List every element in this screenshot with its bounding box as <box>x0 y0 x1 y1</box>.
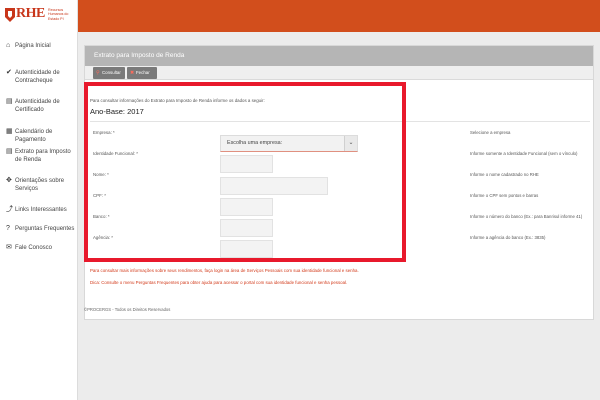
banco-help: Informe o número do banco (Ex.: para Ban… <box>470 214 583 219</box>
document-icon: ▤ <box>6 148 13 155</box>
check-circle-icon: ✔ <box>6 69 12 76</box>
sidebar-item-extrato-ir[interactable]: ▤ Extrato para Imposto de Renda <box>6 148 76 164</box>
sidebar: ⌂ Página Inicial ✔ Autenticidade de Cont… <box>0 32 78 400</box>
logo-text: RHE <box>16 6 45 21</box>
sidebar-item-calendario[interactable]: ▦ Calendário de Pagamento <box>6 128 76 144</box>
nome-help: Informe o nome cadastrado no RHE <box>470 172 539 177</box>
sidebar-item-fale-conosco[interactable]: ✉ Fale Conosco <box>6 244 76 252</box>
sidebar-item-links[interactable]: ⤴ Links Interessantes <box>6 206 76 214</box>
link-icon: ⤴ <box>6 206 13 213</box>
sidebar-item-home[interactable]: ⌂ Página Inicial <box>6 42 76 50</box>
highlight-frame <box>84 82 406 262</box>
cpf-help: Informe o CPF sem pontos e barras <box>470 193 539 198</box>
page-title: Extrato para Imposto de Renda <box>85 46 593 66</box>
empresa-help: Selecione a empresa <box>470 130 511 135</box>
close-button[interactable]: ✖ Fechar <box>127 67 157 79</box>
question-circle-icon: ? <box>6 225 10 232</box>
search-icon: ⚲ <box>96 70 100 76</box>
toolbar: ⚲ Consultar ✖ Fechar <box>85 66 593 80</box>
consult-button[interactable]: ⚲ Consultar <box>93 67 125 79</box>
home-icon: ⌂ <box>6 42 11 49</box>
logo-mark-icon <box>5 8 15 22</box>
chat-icon: ✉ <box>6 244 12 251</box>
top-bar <box>0 0 600 32</box>
logo[interactable]: RHE Recursos Humanos do Estado PI <box>0 0 78 32</box>
info-notice: Para consultar mais informações sobre se… <box>90 268 359 273</box>
document-icon: ▤ <box>6 98 13 105</box>
sidebar-item-perguntas[interactable]: ? Perguntas Frequentes <box>6 225 76 233</box>
sidebar-item-autenticidade-certificado[interactable]: ▤ Autenticidade de Certificado <box>6 98 76 114</box>
calendar-icon: ▦ <box>6 128 13 135</box>
footer: ©PROCERGS - Todos os Direitos Reservados <box>84 307 171 312</box>
move-icon: ✥ <box>6 177 12 184</box>
close-icon: ✖ <box>130 70 135 76</box>
agencia-help: Informe a agência do banco (Ex.: 3835) <box>470 235 546 240</box>
logo-subtitle: Recursos Humanos do Estado PI <box>48 8 69 21</box>
idfunc-help: Informe somente a Identidade Funcional (… <box>470 151 578 156</box>
sidebar-item-orientacoes[interactable]: ✥ Orientações sobre Serviços <box>6 177 76 193</box>
tip-notice: Dica: Consulte o menu Perguntas Frequent… <box>90 280 348 285</box>
sidebar-item-autenticidade-contracheque[interactable]: ✔ Autenticidade de Contracheque <box>6 69 76 85</box>
